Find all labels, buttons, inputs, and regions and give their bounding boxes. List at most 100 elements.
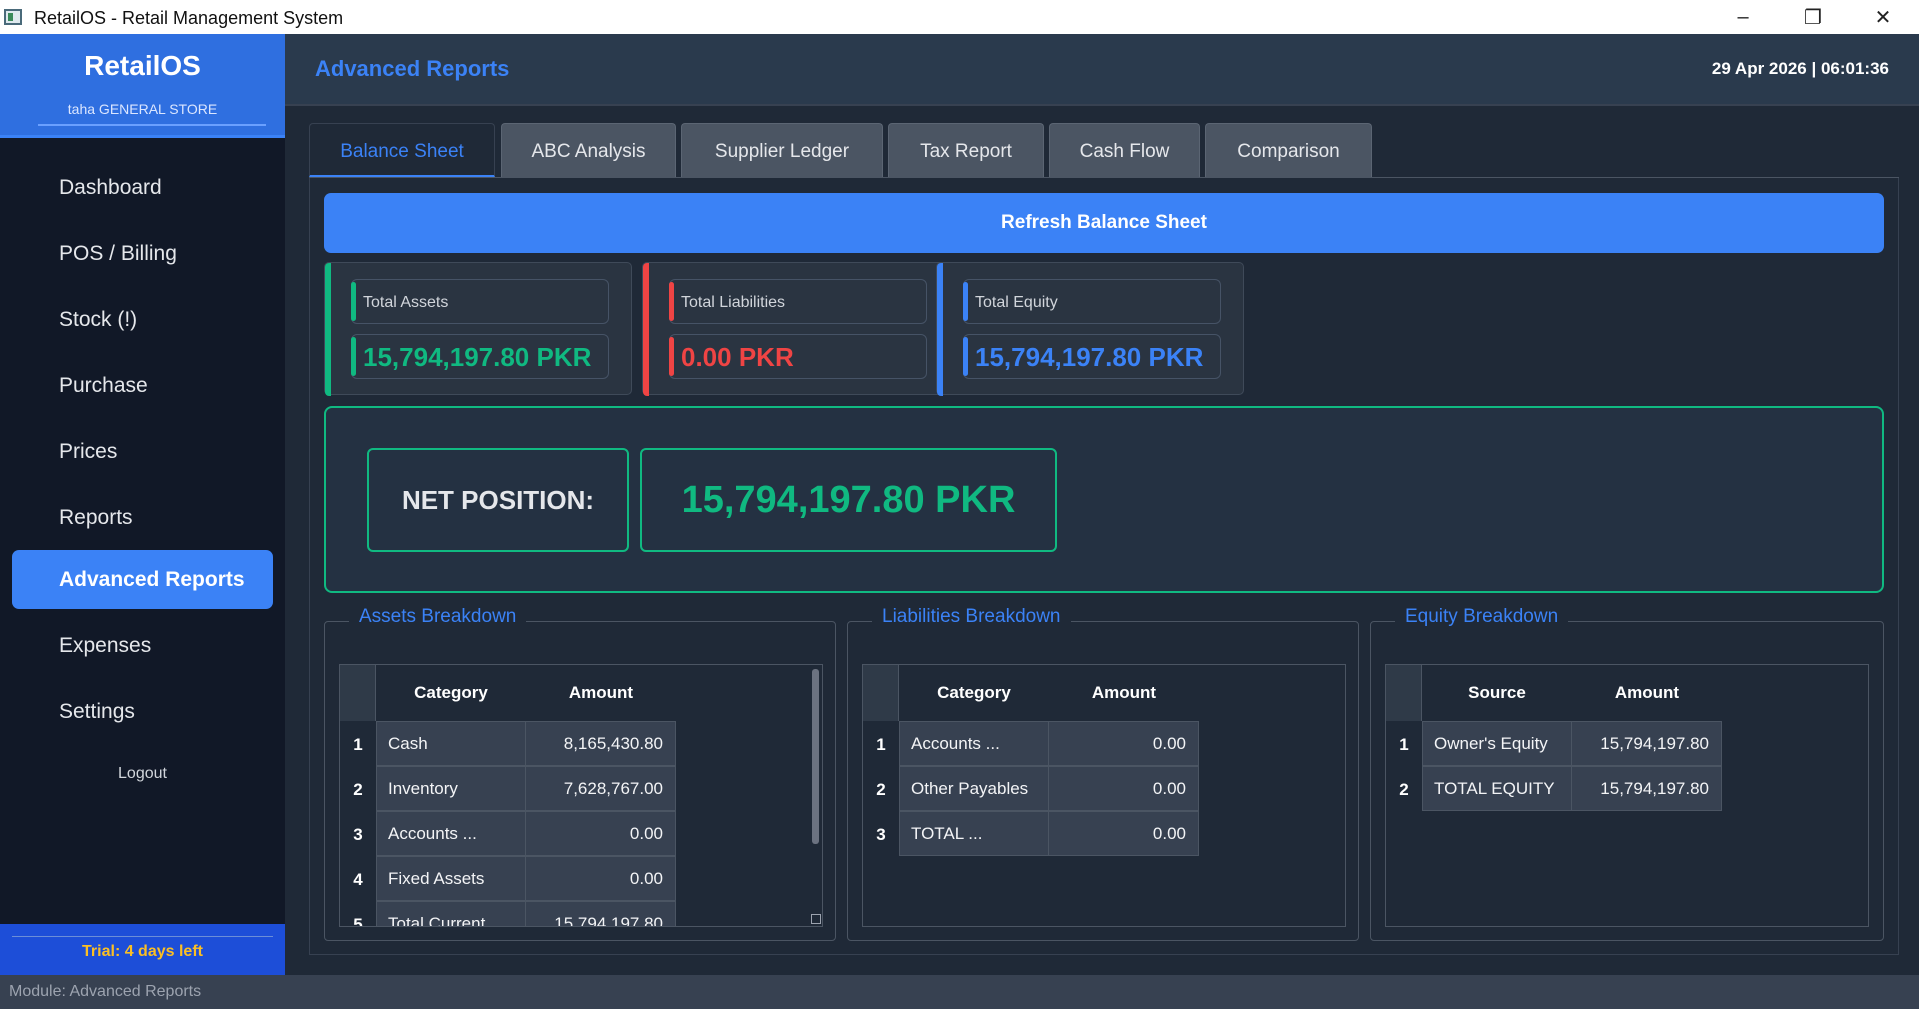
column-header-amount[interactable]: Amount <box>1572 665 1722 721</box>
tab-supplier-ledger[interactable]: Supplier Ledger <box>681 123 883 177</box>
status-bar: Module: Advanced Reports <box>0 975 1919 1009</box>
net-position-box: NET POSITION: 15,794,197.80 PKR <box>324 406 1884 593</box>
row-number: 2 <box>1399 780 1409 799</box>
equity-breakdown-title: Equity Breakdown <box>1395 606 1569 628</box>
close-icon[interactable]: ✕ <box>1849 0 1917 34</box>
table-cell-amount[interactable]: 8,165,430.80 <box>525 721 676 766</box>
trial-status: Trial: 4 days left <box>82 943 203 960</box>
total-liabilities-card: Total Liabilities 0.00 PKR <box>642 262 950 396</box>
table-cell-category[interactable]: TOTAL ... <box>899 811 1049 856</box>
column-header-amount[interactable]: Amount <box>526 665 676 721</box>
tab-balance-sheet[interactable]: Balance Sheet <box>309 123 495 177</box>
table-cell-amount[interactable]: 15,794,197.80 <box>1571 721 1722 766</box>
window-title: RetailOS - Retail Management System <box>34 8 344 28</box>
table-cell-source[interactable]: TOTAL EQUITY <box>1422 766 1572 811</box>
resize-grip-icon[interactable] <box>811 914 821 924</box>
app-icon <box>4 9 22 25</box>
sidebar-item-reports[interactable]: Reports <box>12 488 273 547</box>
total-assets-card: Total Assets 15,794,197.80 PKR <box>324 262 632 396</box>
row-number: 3 <box>876 825 886 844</box>
brand-name: RetailOS <box>84 50 201 81</box>
tab-tax-report[interactable]: Tax Report <box>888 123 1044 177</box>
assets-breakdown-title: Assets Breakdown <box>349 606 527 628</box>
store-name: taha GENERAL STORE <box>67 101 218 117</box>
table-cell-amount[interactable]: 0.00 <box>1048 811 1199 856</box>
net-position-value: 15,794,197.80 PKR <box>640 448 1057 552</box>
sidebar-item-prices[interactable]: Prices <box>12 422 273 481</box>
sidebar-item-purchase[interactable]: Purchase <box>12 356 273 415</box>
scrollbar-thumb[interactable] <box>812 669 819 844</box>
trial-banner: Trial: 4 days left <box>0 924 285 975</box>
total-equity-value: 15,794,197.80 PKR <box>963 334 1221 379</box>
tab-cash-flow[interactable]: Cash Flow <box>1049 123 1200 177</box>
logout-button[interactable]: Logout <box>0 765 285 783</box>
sidebar-item-advanced-reports[interactable]: Advanced Reports <box>12 550 273 609</box>
row-number: 1 <box>1399 735 1409 754</box>
liabilities-table[interactable]: Category Amount 1 Accounts ... 0.00 2 Ot… <box>862 664 1346 927</box>
total-assets-label: Total Assets <box>351 279 609 324</box>
equity-table[interactable]: Source Amount 1 Owner's Equity 15,794,19… <box>1385 664 1869 927</box>
total-equity-label: Total Equity <box>963 279 1221 324</box>
table-cell-amount[interactable]: 0.00 <box>525 811 676 856</box>
total-liabilities-value: 0.00 PKR <box>669 334 927 379</box>
column-header-source[interactable]: Source <box>1422 665 1572 721</box>
trial-divider <box>12 936 273 937</box>
table-cell-category[interactable]: Accounts ... <box>899 721 1049 766</box>
minimize-icon[interactable]: – <box>1709 0 1777 34</box>
column-header-amount[interactable]: Amount <box>1049 665 1199 721</box>
datetime-display: 29 Apr 2026 | 06:01:36 <box>1711 59 1889 78</box>
sidebar: RetailOS taha GENERAL STORE Dashboard PO… <box>0 34 285 975</box>
table-cell-category[interactable]: Fixed Assets <box>376 856 526 901</box>
table-cell-category[interactable]: Other Payables <box>899 766 1049 811</box>
page-header: Advanced Reports 29 Apr 2026 | 06:01:36 <box>285 34 1919 106</box>
tab-abc-analysis[interactable]: ABC Analysis <box>501 123 676 177</box>
sidebar-item-settings[interactable]: Settings <box>12 682 273 741</box>
assets-breakdown-group: Assets Breakdown Category Amount 1 Cash … <box>324 606 836 941</box>
table-cell-source[interactable]: Owner's Equity <box>1422 721 1572 766</box>
table-cell-amount[interactable]: 15,794,197.80 <box>1571 766 1722 811</box>
table-cell-category[interactable]: Cash <box>376 721 526 766</box>
row-number: 5 <box>353 915 363 927</box>
table-cell-amount[interactable]: 15,794,197.80 <box>525 901 676 926</box>
table-corner <box>340 665 376 721</box>
table-cell-amount[interactable]: 0.00 <box>525 856 676 901</box>
main-content: Advanced Reports 29 Apr 2026 | 06:01:36 … <box>285 34 1919 975</box>
column-header-category[interactable]: Category <box>899 665 1049 721</box>
tab-comparison[interactable]: Comparison <box>1205 123 1372 177</box>
table-corner <box>1386 665 1422 721</box>
table-corner <box>863 665 899 721</box>
total-liabilities-label: Total Liabilities <box>669 279 927 324</box>
row-number: 3 <box>353 825 363 844</box>
row-number: 1 <box>353 735 363 754</box>
card-accent <box>937 263 943 396</box>
sidebar-item-dashboard[interactable]: Dashboard <box>12 158 273 217</box>
report-tabs: Balance Sheet ABC Analysis Supplier Ledg… <box>309 123 1899 177</box>
sidebar-item-pos-billing[interactable]: POS / Billing <box>12 224 273 283</box>
row-number: 2 <box>353 780 363 799</box>
liabilities-breakdown-title: Liabilities Breakdown <box>872 606 1071 628</box>
table-cell-category[interactable]: Total Current... <box>376 901 526 926</box>
equity-breakdown-group: Equity Breakdown Source Amount 1 Owner's… <box>1370 606 1884 941</box>
table-cell-category[interactable]: Accounts ... <box>376 811 526 856</box>
row-number: 4 <box>353 870 363 889</box>
window-title-bar: RetailOS - Retail Management System – ❐ … <box>0 0 1919 34</box>
vertical-scrollbar[interactable] <box>810 665 821 926</box>
table-cell-amount[interactable]: 7,628,767.00 <box>525 766 676 811</box>
refresh-balance-sheet-button[interactable]: Refresh Balance Sheet <box>324 193 1884 253</box>
total-assets-value: 15,794,197.80 PKR <box>351 334 609 379</box>
total-equity-card: Total Equity 15,794,197.80 PKR <box>936 262 1244 396</box>
restore-icon[interactable]: ❐ <box>1779 0 1847 34</box>
sidebar-item-expenses[interactable]: Expenses <box>12 616 273 675</box>
assets-table[interactable]: Category Amount 1 Cash 8,165,430.80 2 In… <box>339 664 823 927</box>
table-cell-category[interactable]: Inventory <box>376 766 526 811</box>
table-cell-amount[interactable]: 0.00 <box>1048 721 1199 766</box>
net-position-label: NET POSITION: <box>367 448 629 552</box>
brand-divider <box>38 124 266 126</box>
column-header-category[interactable]: Category <box>376 665 526 721</box>
page-title: Advanced Reports <box>315 56 510 81</box>
sidebar-item-stock[interactable]: Stock (!) <box>12 290 273 349</box>
liabilities-breakdown-group: Liabilities Breakdown Category Amount 1 … <box>847 606 1359 941</box>
card-accent <box>643 263 649 396</box>
table-cell-amount[interactable]: 0.00 <box>1048 766 1199 811</box>
row-number: 2 <box>876 780 886 799</box>
